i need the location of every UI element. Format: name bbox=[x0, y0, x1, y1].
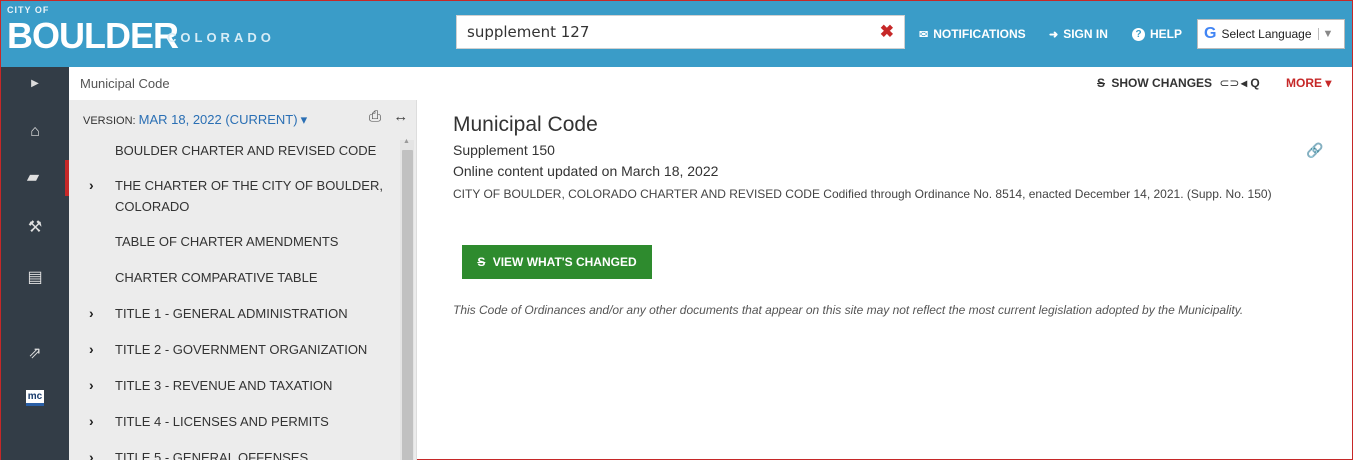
help-icon: ? bbox=[1132, 27, 1145, 41]
chevron-right-icon: ▶ bbox=[31, 78, 39, 89]
chevron-right-icon: › bbox=[89, 341, 94, 357]
page-title: Municipal Code bbox=[453, 113, 598, 136]
caret-left-icon: ◂ bbox=[1241, 76, 1248, 90]
home-icon[interactable]: ⌂ bbox=[1, 114, 69, 150]
toc-item[interactable]: › TITLE 3 - REVENUE AND TAXATION bbox=[69, 375, 399, 396]
toc-item-label: CHARTER COMPARATIVE TABLE bbox=[115, 270, 318, 285]
notifications-link[interactable]: ✉ NOTIFICATIONS bbox=[919, 27, 1026, 41]
books-icon[interactable]: ▰ bbox=[1, 160, 69, 196]
logo-city-of: CITY OF bbox=[7, 5, 50, 15]
language-label: Select Language bbox=[1221, 27, 1312, 41]
version-value[interactable]: MAR 18, 2022 (CURRENT) bbox=[139, 112, 298, 127]
gavel-icon[interactable]: ⚒ bbox=[1, 210, 69, 246]
breadcrumb[interactable]: Municipal Code bbox=[80, 76, 170, 91]
search-box: ✖ bbox=[456, 15, 905, 49]
help-label: HELP bbox=[1150, 27, 1183, 41]
envelope-icon: ✉ bbox=[919, 28, 929, 41]
municode-logo-icon[interactable]: mc bbox=[26, 390, 44, 406]
chevron-right-icon: › bbox=[89, 413, 94, 429]
toc-item-label: TITLE 4 - LICENSES AND PERMITS bbox=[115, 414, 329, 429]
toc-list: BOULDER CHARTER AND REVISED CODE › THE C… bbox=[69, 140, 399, 460]
view-changes-button[interactable]: S VIEW WHAT'S CHANGED bbox=[462, 245, 652, 279]
clear-search-icon[interactable]: ✖ bbox=[880, 22, 894, 42]
codified-note: CITY OF BOULDER, COLORADO CHARTER AND RE… bbox=[453, 187, 1272, 201]
updated-date: Online content updated on March 18, 2022 bbox=[453, 163, 719, 179]
logo-name: BOULDER bbox=[7, 15, 179, 56]
chevron-right-icon: › bbox=[89, 377, 94, 393]
previous-search-button[interactable]: ◂ Q bbox=[1241, 76, 1260, 90]
toc-tools: ⎙ ↔ bbox=[369, 108, 416, 125]
show-changes-toggle[interactable]: S SHOW CHANGES ⊂⊃ bbox=[1097, 76, 1239, 90]
more-label: MORE bbox=[1286, 76, 1322, 90]
sign-in-link[interactable]: ➜ SIGN IN bbox=[1049, 27, 1108, 41]
google-icon: G bbox=[1204, 25, 1217, 42]
logo-state: COLORADO bbox=[167, 30, 275, 45]
sign-in-label: SIGN IN bbox=[1063, 27, 1108, 41]
toc-item-label: TABLE OF CHARTER AMENDMENTS bbox=[115, 234, 339, 249]
toc-item-label: TITLE 1 - GENERAL ADMINISTRATION bbox=[115, 306, 348, 321]
supplement-label: Supplement 150 bbox=[453, 142, 555, 158]
toc-item[interactable]: › THE CHARTER OF THE CITY OF BOULDER, CO… bbox=[69, 175, 399, 217]
scroll-up-icon[interactable]: ▲ bbox=[403, 138, 410, 145]
toc-item[interactable]: › TITLE 4 - LICENSES AND PERMITS bbox=[69, 411, 399, 432]
top-header: CITY OF BOULDER COLORADO ✖ ✉ NOTIFICATIO… bbox=[1, 1, 1352, 67]
main-content: Municipal Code Supplement 150 Online con… bbox=[453, 113, 1333, 317]
external-link-icon[interactable]: ⇗ bbox=[1, 336, 69, 372]
toc-item[interactable]: › TITLE 5 - GENERAL OFFENSES bbox=[69, 447, 399, 460]
chevron-right-icon: › bbox=[89, 449, 94, 460]
version-selector[interactable]: VERSION: MAR 18, 2022 (CURRENT) ▾ bbox=[83, 112, 307, 128]
strikethrough-icon: S bbox=[1097, 76, 1106, 90]
collapse-icon[interactable]: ↔ bbox=[393, 108, 408, 125]
notifications-label: NOTIFICATIONS bbox=[933, 27, 1026, 41]
toc-item[interactable]: CHARTER COMPARATIVE TABLE bbox=[69, 267, 399, 288]
show-changes-label: SHOW CHANGES bbox=[1111, 76, 1213, 90]
toc-item-label: THE CHARTER OF THE CITY OF BOULDER, COLO… bbox=[115, 178, 383, 214]
toc-item[interactable]: › TITLE 2 - GOVERNMENT ORGANIZATION bbox=[69, 339, 399, 360]
toc-item-label: BOULDER CHARTER AND REVISED CODE bbox=[115, 143, 377, 158]
toc-item-label: TITLE 5 - GENERAL OFFENSES bbox=[115, 450, 309, 460]
toc-item[interactable]: BOULDER CHARTER AND REVISED CODE bbox=[69, 140, 399, 161]
more-menu-button[interactable]: MORE ▾ bbox=[1286, 76, 1331, 90]
table-of-contents: VERSION: MAR 18, 2022 (CURRENT) ▾ ⎙ ↔ BO… bbox=[69, 100, 417, 460]
left-rail: ⌂ ▰ ⚒ ▤ ⇗ mc bbox=[1, 100, 69, 460]
chevron-right-icon: › bbox=[89, 305, 94, 321]
document-icon[interactable]: ▤ bbox=[1, 260, 69, 296]
version-prefix: VERSION: bbox=[83, 115, 136, 127]
subheader-bar: ▶ Municipal Code S SHOW CHANGES ⊂⊃ ◂ Q M… bbox=[1, 67, 1352, 100]
toc-scrollbar-thumb[interactable] bbox=[402, 150, 413, 460]
strikethrough-icon: S bbox=[477, 255, 486, 269]
toc-item[interactable]: TABLE OF CHARTER AMENDMENTS bbox=[69, 231, 399, 252]
toggle-icon: ⊂⊃ bbox=[1219, 76, 1240, 90]
toc-item-label: TITLE 3 - REVENUE AND TAXATION bbox=[115, 378, 333, 393]
print-icon[interactable]: ⎙ bbox=[369, 108, 381, 125]
link-icon[interactable]: 🔗 bbox=[1306, 142, 1323, 159]
toc-item[interactable]: › TITLE 1 - GENERAL ADMINISTRATION bbox=[69, 303, 399, 324]
toc-item-label: TITLE 2 - GOVERNMENT ORGANIZATION bbox=[115, 342, 368, 357]
sign-in-icon: ➜ bbox=[1049, 28, 1059, 41]
caret-down-icon: ▾ bbox=[1325, 76, 1332, 90]
dropdown-arrow-icon: ▼ bbox=[1317, 28, 1333, 40]
caret-down-icon: ▾ bbox=[300, 112, 308, 127]
expand-sidebar-button[interactable]: ▶ bbox=[1, 67, 69, 100]
help-link[interactable]: ? HELP bbox=[1132, 27, 1182, 41]
chevron-right-icon: › bbox=[89, 177, 94, 193]
disclaimer-text: This Code of Ordinances and/or any other… bbox=[453, 303, 1244, 317]
view-changes-label: VIEW WHAT'S CHANGED bbox=[492, 255, 637, 269]
search-input[interactable] bbox=[457, 16, 857, 48]
language-select[interactable]: G Select Language ▼ bbox=[1197, 19, 1345, 49]
search-icon: Q bbox=[1250, 76, 1260, 90]
